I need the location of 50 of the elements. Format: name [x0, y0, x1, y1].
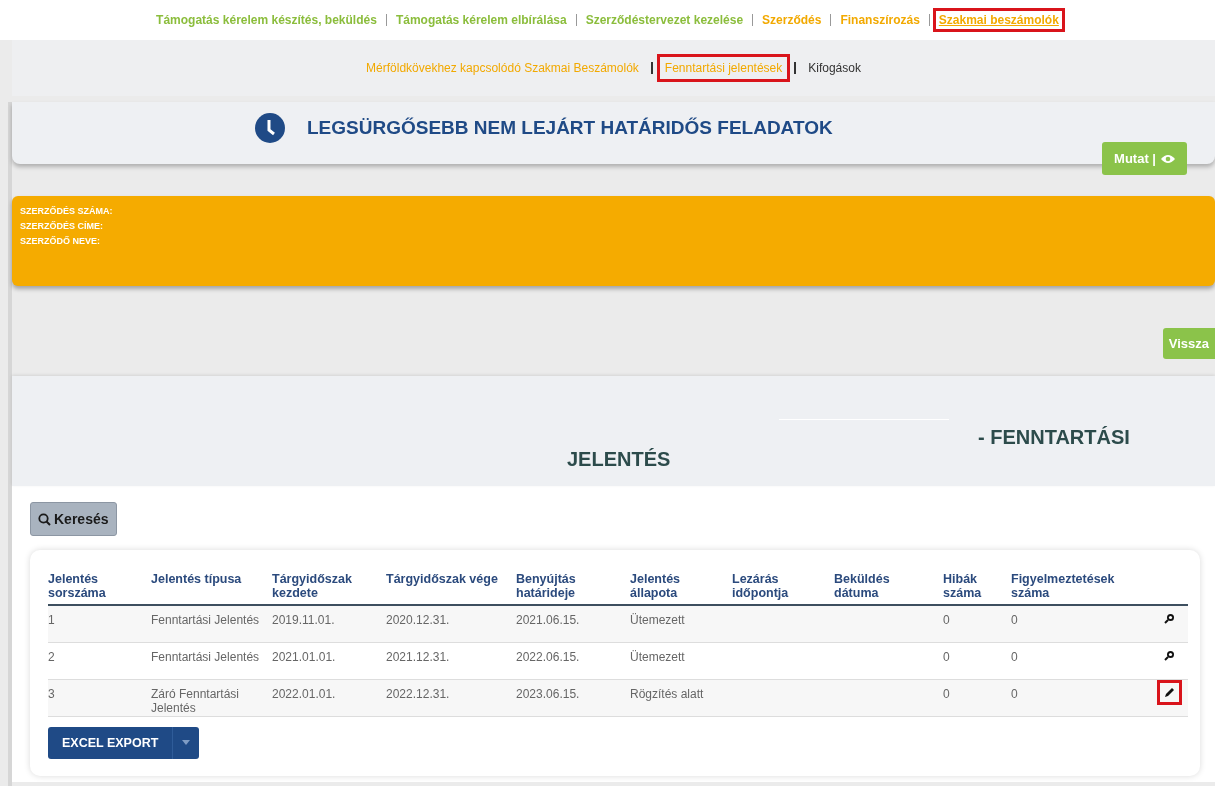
table-cell: Fenntartási Jelentés: [151, 649, 260, 664]
table-cell: Ütemezett: [630, 649, 685, 664]
contract-label: SZERZŐDŐ NEVE:: [20, 236, 101, 246]
search-button[interactable]: Keresés: [30, 502, 117, 536]
section-title: - FENNTARTÁSI: [978, 426, 1130, 449]
contract-label: SZERZŐDÉS SZÁMA:: [20, 206, 114, 216]
pencil-icon[interactable]: [1164, 686, 1175, 698]
table-cell: Rögzítés alatt: [630, 686, 704, 701]
table-cell: Ütemezett: [630, 613, 685, 627]
table-cell: 3: [48, 686, 55, 701]
subnav-link[interactable]: Mérföldkövekhez kapcsolódó Szakmai Beszámolók: [358, 54, 647, 82]
table-cell: Záró Fenntartási Jelentés: [151, 686, 240, 715]
table-cell: 2022.06.15.: [516, 649, 580, 664]
export-button[interactable]: EXCEL EXPORT: [48, 726, 200, 759]
table-cell: 0: [1011, 649, 1018, 664]
table-cell: 2021.12.31.: [386, 649, 450, 664]
back-button[interactable]: Vissza: [1162, 328, 1215, 359]
zoom-icon[interactable]: [1164, 649, 1175, 661]
table-cell: Fenntartási Jelentés: [151, 613, 260, 627]
table-cell: 2020.12.31.: [386, 613, 450, 627]
search-icon: [38, 512, 51, 526]
eye-icon: [1161, 153, 1175, 164]
table-cell: 2021.06.15.: [516, 613, 580, 627]
table-cell: 2019.11.01.: [272, 613, 335, 627]
table-cell: 0: [943, 613, 950, 627]
nav-link[interactable]: Támogatás kérelem elbírálása: [389, 8, 573, 32]
table-cell: 0: [943, 686, 950, 701]
table-cell: 1: [48, 613, 55, 627]
table-cell: 2022.12.31.: [386, 686, 450, 701]
caret-icon: [182, 740, 191, 745]
zoom-icon[interactable]: [1164, 613, 1175, 624]
table-cell: 0: [943, 649, 950, 664]
nav-link[interactable]: Szerződés: [756, 8, 828, 32]
nav-link[interactable]: Finanszírozás: [834, 8, 926, 32]
subnav-link[interactable]: Kifogások: [800, 54, 869, 82]
nav-link[interactable]: Szerződéstervezet kezelése: [579, 8, 750, 32]
table-cell: 0: [1011, 613, 1018, 627]
subnav-link[interactable]: Fenntartási jelentések: [656, 54, 791, 82]
table-cell: 2022.01.01.: [272, 686, 336, 701]
contract-label: SZERZŐDÉS CÍME:: [20, 221, 104, 231]
show-button[interactable]: Mutat |: [1102, 142, 1187, 175]
table-cell: 0: [1011, 686, 1018, 701]
section-title: JELENTÉS: [567, 448, 671, 471]
nav-link[interactable]: Támogatás kérelem készítés, beküldés: [150, 8, 383, 32]
table-cell: 2021.01.01.: [272, 649, 336, 664]
nav-link[interactable]: Szakmai beszámolók: [932, 8, 1065, 32]
clock-icon: [255, 113, 285, 143]
table-cell: 2023.06.15.: [516, 686, 580, 701]
panel-title: LEGSÜRGŐSEBB NEM LEJÁRT HATÁRIDŐS FELADATOK: [307, 117, 833, 139]
table-cell: 2: [48, 649, 55, 664]
